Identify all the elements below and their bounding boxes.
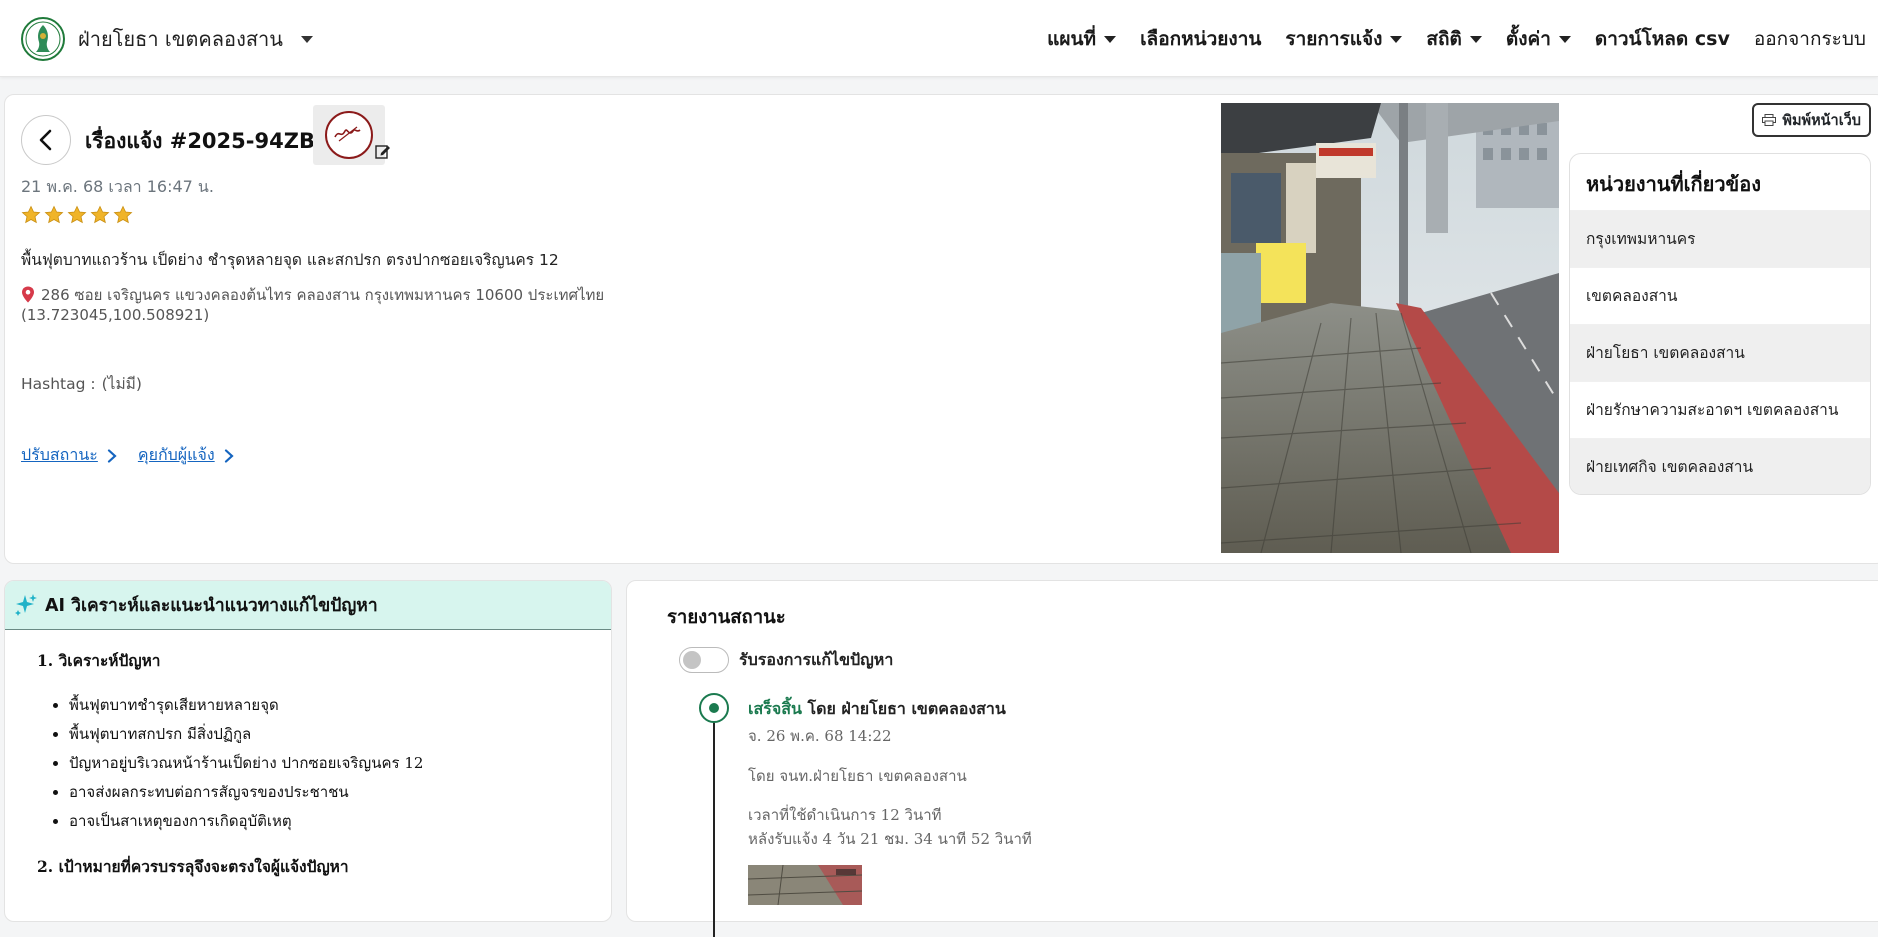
timeline-entry-header: เสร็จสิ้น โดย ฝ่ายโยธา เขตคลองสาน	[748, 697, 1006, 722]
nav-settings[interactable]: ตั้งค่า	[1506, 24, 1571, 54]
chevron-down-icon	[1104, 35, 1117, 43]
duration-text: เวลาที่ใช้ดำเนินการ 12 วินาที	[748, 806, 942, 824]
hashtag-row: Hashtag : (ไม่มี)	[21, 371, 142, 396]
agency-item: ฝ่ายรักษาความสะอาดฯ เขตคลองสาน	[1570, 381, 1870, 438]
toggle-label: รับรองการแก้ไขปัญหา	[739, 649, 894, 669]
since-report-text: หลังรับแจ้ง 4 วัน 21 ชม. 34 นาที 52 วินา…	[748, 830, 1032, 848]
timeline-line	[713, 707, 715, 937]
agencies-title: หน่วยงานที่เกี่ยวข้อง	[1586, 172, 1761, 196]
status-report-title: รายงานสถานะ	[667, 607, 786, 628]
certify-resolution-toggle[interactable]	[679, 647, 729, 673]
ticket-date: 21 พ.ค. 68 เวลา 16:47 น.	[21, 177, 214, 196]
list-item: อาจเป็นสาเหตุของการเกิดอุบัติเหตุ	[69, 807, 611, 836]
sidewalk-photo-image	[1221, 103, 1559, 553]
chevron-right-icon	[224, 448, 234, 463]
ticket-description: พื้นฟุตบาทแถวร้าน เป็ดย่าง ชำรุดหลายจุด …	[21, 251, 559, 269]
star-icon	[44, 205, 64, 224]
toggle-knob	[683, 651, 701, 669]
printer-icon	[1762, 114, 1777, 126]
hashtag-label: Hashtag :	[21, 375, 96, 393]
ai-points-list: พื้นฟุตบาทชำรุดเสียหายหลายจุด พื้นฟุตบาท…	[37, 691, 611, 836]
certify-resolution-row: รับรองการแก้ไขปัญหา	[679, 647, 893, 673]
nav-select-agency[interactable]: เลือกหน่วยงาน	[1140, 24, 1261, 54]
agency-item: เขตคลองสาน	[1570, 267, 1870, 324]
list-item: ปัญหาอยู่บริเวณหน้าร้านเป็ดย่าง ปากซอยเจ…	[69, 749, 611, 778]
nav-map[interactable]: แผนที่	[1047, 24, 1117, 54]
chevron-down-icon	[1469, 35, 1482, 43]
address-text: 286 ซอย เจริญนคร แขวงคลองต้นไทร คลองสาน …	[41, 286, 605, 304]
status-report-card: รายงานสถานะ รับรองการแก้ไขปัญหา เสร็จสิ้…	[626, 580, 1878, 937]
timeline-date: จ. 26 พ.ค. 68 14:22	[748, 727, 892, 745]
timeline-photo-thumbnail[interactable]	[748, 865, 862, 905]
ai-analysis-body: 1. วิเคราะห์ปัญหา พื้นฟุตบาทชำรุดเสียหาย…	[5, 630, 611, 879]
timeline-officer: โดย จนท.ฝ่ายโยธา เขตคลองสาน	[748, 767, 967, 785]
agency-item: ฝ่ายเทศกิจ เขตคลองสาน	[1570, 438, 1870, 494]
signature-icon	[325, 111, 373, 159]
back-button[interactable]	[21, 115, 71, 165]
sidewalk-thumbnail-image	[748, 865, 862, 905]
ticket-title: เรื่องแจ้ง #2025-94ZBKD	[85, 129, 349, 153]
related-agencies-panel: หน่วยงานที่เกี่ยวข้อง กรุงเทพมหานคร เขตค…	[1569, 153, 1871, 495]
nav-reports[interactable]: รายการแจ้ง	[1285, 24, 1403, 54]
list-item: อาจส่งผลกระทบต่อการสัญจรของประชาชน	[69, 778, 611, 807]
bangkok-seal-logo-icon	[21, 17, 65, 61]
chat-reporter-link[interactable]: คุยกับผู้แจ้ง	[138, 443, 235, 468]
map-pin-icon	[22, 286, 34, 303]
nav-download-csv[interactable]: ดาวน์โหลด csv	[1595, 24, 1730, 54]
star-icon	[67, 205, 87, 224]
agency-item: กรุงเทพมหานคร	[1570, 210, 1870, 267]
brand-title: ฝ่ายโยธา เขตคลองสาน	[78, 27, 283, 51]
chevron-down-icon	[1558, 35, 1571, 43]
star-icon	[113, 205, 133, 224]
address-coords: (13.723045,100.508921)	[21, 306, 210, 324]
sparkles-icon	[15, 594, 37, 616]
star-icon	[21, 205, 41, 224]
chevron-down-icon	[300, 35, 313, 43]
ai-section-heading: 2. เป้าหมายที่ควรบรรลุจึงจะตรงใจผู้แจ้งป…	[37, 857, 349, 876]
chevron-left-icon	[39, 129, 52, 151]
ai-section-heading: 1. วิเคราะห์ปัญหา	[37, 651, 161, 670]
chevron-down-icon	[1390, 35, 1403, 43]
ai-analysis-card: AI วิเคราะห์และแนะนำแนวทางแก้ไขปัญหา 1. …	[4, 580, 612, 922]
update-status-link[interactable]: ปรับสถานะ	[21, 443, 118, 468]
chevron-right-icon	[107, 448, 117, 463]
ticket-card: เรื่องแจ้ง #2025-94ZBKD 21 พ.ค. 68 เวลา …	[4, 94, 1878, 564]
ticket-address: 286 ซอย เจริญนคร แขวงคลองต้นไทร คลองสาน …	[21, 285, 661, 325]
ai-analysis-header: AI วิเคราะห์และแนะนำแนวทางแก้ไขปัญหา	[5, 581, 611, 630]
edit-icon[interactable]	[375, 143, 391, 159]
reporter-signature[interactable]	[313, 105, 390, 165]
list-item: พื้นฟุตบาทชำรุดเสียหายหลายจุด	[69, 691, 611, 720]
timeline-duration: เวลาที่ใช้ดำเนินการ 12 วินาที หลังรับแจ้…	[748, 803, 1032, 851]
nav-stats[interactable]: สถิติ	[1426, 24, 1482, 54]
main-menu: แผนที่ เลือกหน่วยงาน รายการแจ้ง สถิติ ตั…	[1047, 24, 1866, 54]
timeline-org: โดย ฝ่ายโยธา เขตคลองสาน	[807, 699, 1006, 718]
hashtag-value: (ไม่มี)	[101, 375, 142, 393]
list-item: พื้นฟุตบาทสกปรก มีสิ่งปฏิกูล	[69, 720, 611, 749]
agency-item: ฝ่ายโยธา เขตคลองสาน	[1570, 324, 1870, 381]
nav-logout[interactable]: ออกจากระบบ	[1754, 24, 1866, 54]
ticket-actions: ปรับสถานะ คุยกับผู้แจ้ง	[21, 443, 235, 468]
brand-menu[interactable]: ฝ่ายโยธา เขตคลองสาน	[20, 16, 313, 62]
report-photo[interactable]	[1221, 103, 1559, 553]
top-navbar: ฝ่ายโยธา เขตคลองสาน แผนที่ เลือกหน่วยงาน…	[0, 0, 1878, 77]
print-page-button[interactable]: พิมพ์หน้าเว็บ	[1752, 103, 1871, 137]
timeline-status-dot-icon	[699, 693, 729, 723]
rating-stars	[21, 205, 133, 225]
timeline-status: เสร็จสิ้น	[748, 699, 802, 718]
star-icon	[90, 205, 110, 224]
